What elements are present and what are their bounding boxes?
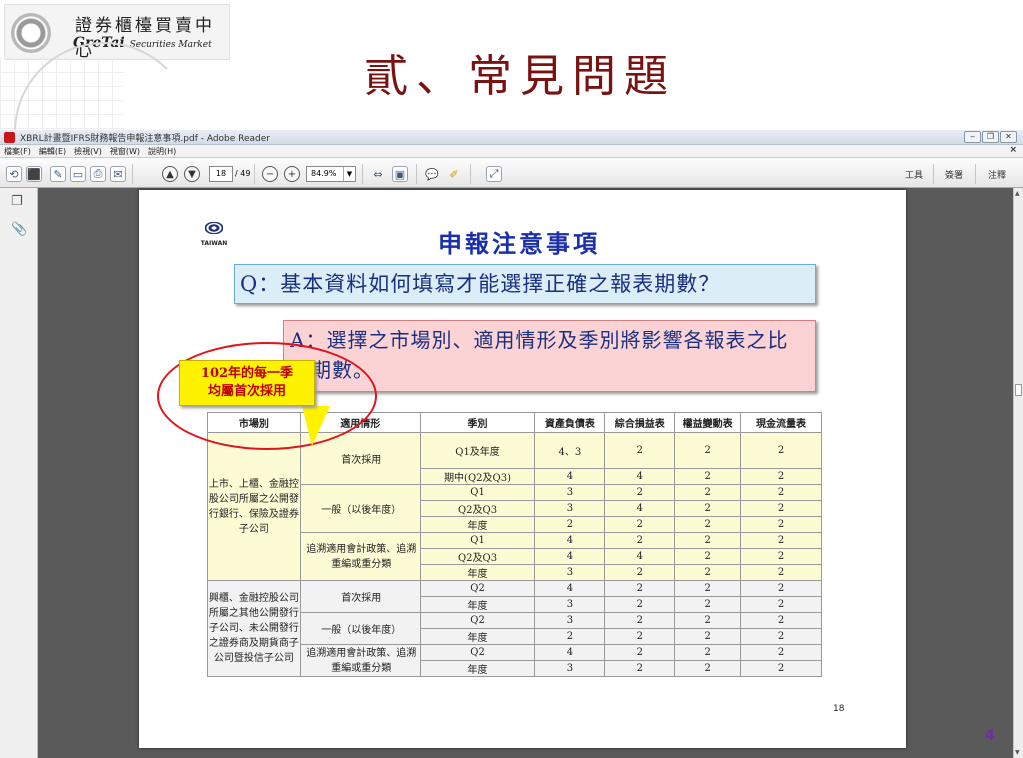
zoom-out-icon[interactable]: −: [262, 166, 278, 182]
menu-file[interactable]: 檔案(F): [4, 146, 31, 157]
fit-page-icon[interactable]: ▣: [392, 166, 408, 182]
navigation-panel: ❐ 📎: [0, 188, 38, 758]
window-title: XBRL計畫暨IFRS財務報告申報注意事項.pdf - Adobe Reader: [20, 134, 271, 144]
gretai-emblem-icon: [11, 13, 51, 53]
comment-icon[interactable]: 💬: [424, 166, 440, 182]
menu-bar: 檔案(F) 編輯(E) 檢視(V) 視窗(W) 說明(H) ×: [0, 145, 1023, 158]
save-icon[interactable]: ▭: [70, 166, 86, 182]
next-page-icon[interactable]: ▼: [184, 166, 200, 182]
case-cell: 一般（以後年度）: [299, 612, 421, 645]
close-document-icon[interactable]: ×: [1009, 145, 1017, 155]
table-row: 一般（以後年度） Q1 3 2 2 2: [208, 484, 822, 533]
edit-icon[interactable]: ✎: [50, 166, 66, 182]
taiwan-logo: TAIWAN: [199, 222, 229, 252]
page-number-input[interactable]: 18: [209, 166, 233, 182]
restore-button[interactable]: ❐: [982, 131, 999, 143]
question-box: Q：基本資料如何填寫才能選擇正確之報表期數？: [234, 264, 816, 304]
tools-button[interactable]: 工具: [905, 168, 923, 181]
pdf-page: TAIWAN 申報注意事項 Q：基本資料如何填寫才能選擇正確之報表期數？ A：選…: [139, 190, 906, 748]
table-row: 追溯適用會計政策、追溯重編或重分類 Q2 4 2 2 2: [208, 644, 822, 677]
menu-edit[interactable]: 編輯(E): [39, 146, 66, 157]
callout-pointer: [302, 406, 330, 446]
fit-width-icon[interactable]: ⇔: [370, 166, 386, 182]
case-cell: 追溯適用會計政策、追溯重編或重分類: [299, 644, 421, 677]
case-cell: 首次採用: [299, 580, 421, 613]
chevron-down-icon: ▼: [343, 167, 355, 181]
slide-number: 4: [984, 726, 995, 744]
scroll-up-icon[interactable]: ▲: [1015, 190, 1020, 197]
page-number: 18: [833, 704, 845, 714]
case-cell: 追溯適用會計政策、追溯重編或重分類: [299, 532, 421, 581]
close-window-button[interactable]: ✕: [1000, 131, 1017, 143]
slide-title: 貳、常見問題: [364, 51, 676, 102]
menu-view[interactable]: 檢視(V): [74, 146, 102, 157]
vertical-scrollbar[interactable]: ▲ ▼: [1013, 188, 1023, 758]
expand-icon[interactable]: ⤢: [486, 166, 502, 182]
market-cell-listed: 上市、上櫃、金融控股公司所屬之公開發行銀行、保險及證券子公司: [207, 432, 301, 581]
previous-page-icon[interactable]: ▲: [162, 166, 178, 182]
scrollbar-thumb[interactable]: [1015, 384, 1022, 396]
scroll-down-icon[interactable]: ▼: [1015, 749, 1020, 756]
zoom-in-icon[interactable]: +: [284, 166, 300, 182]
pdf-app-icon: [4, 132, 15, 143]
header-cashflow: 現金流量表: [740, 412, 822, 433]
create-pdf-icon[interactable]: ⟲: [6, 166, 22, 182]
pages-panel-icon[interactable]: ❐: [11, 194, 23, 209]
zoom-level-select[interactable]: 84.9% ▼: [306, 166, 356, 182]
table-row: 興櫃、金融控股公司所屬之其他公開發行子公司、未公開發行之證券商及期貨商子公司暨投…: [207, 580, 822, 677]
convert-pdf-icon[interactable]: ⬛: [26, 166, 42, 182]
period-table: 市場別 適用情形 季別 資產負債表 綜合損益表 權益變動表 現金流量表 上市、上…: [207, 412, 822, 677]
case-cell: 一般（以後年度）: [299, 484, 421, 533]
menu-window[interactable]: 視窗(W): [110, 146, 140, 157]
sign-button[interactable]: 簽署: [945, 168, 963, 181]
header-quarter: 季別: [419, 412, 536, 433]
window-titlebar: XBRL計畫暨IFRS財務報告申報注意事項.pdf - Adobe Reader…: [0, 130, 1023, 145]
header-balance-sheet: 資產負債表: [534, 412, 606, 433]
highlight-icon[interactable]: ✐: [446, 166, 462, 182]
minimize-button[interactable]: ‒: [964, 131, 981, 143]
table-row: 追溯適用會計政策、追溯重編或重分類 Q1 4 2 2 2: [208, 532, 822, 581]
page-total: / 49: [235, 169, 251, 178]
taiwan-emblem-icon: [205, 222, 223, 234]
callout-note: 102年的每一季 均屬首次採用: [179, 360, 315, 406]
document-title: 申報注意事項: [438, 229, 600, 258]
header-income: 綜合損益表: [604, 412, 676, 433]
menu-help[interactable]: 說明(H): [148, 146, 176, 157]
header-equity: 權益變動表: [674, 412, 742, 433]
market-cell-emerging: 興櫃、金融控股公司所屬之其他公開發行子公司、未公開發行之證券商及期貨商子公司暨投…: [207, 580, 301, 677]
attachments-icon[interactable]: 📎: [11, 222, 27, 237]
email-icon[interactable]: ✉: [110, 166, 126, 182]
toolbar: ⟲ ⬛ ✎ ▭ ⎙ ✉ ▲ ▼ 18 / 49 − + 84.9% ▼ ⇔ ▣ 💬…: [0, 158, 1023, 188]
print-icon[interactable]: ⎙: [90, 166, 106, 182]
table-row: 一般（以後年度） Q2 3 2 2 2: [208, 612, 822, 645]
comment-button[interactable]: 注釋: [988, 168, 1006, 181]
